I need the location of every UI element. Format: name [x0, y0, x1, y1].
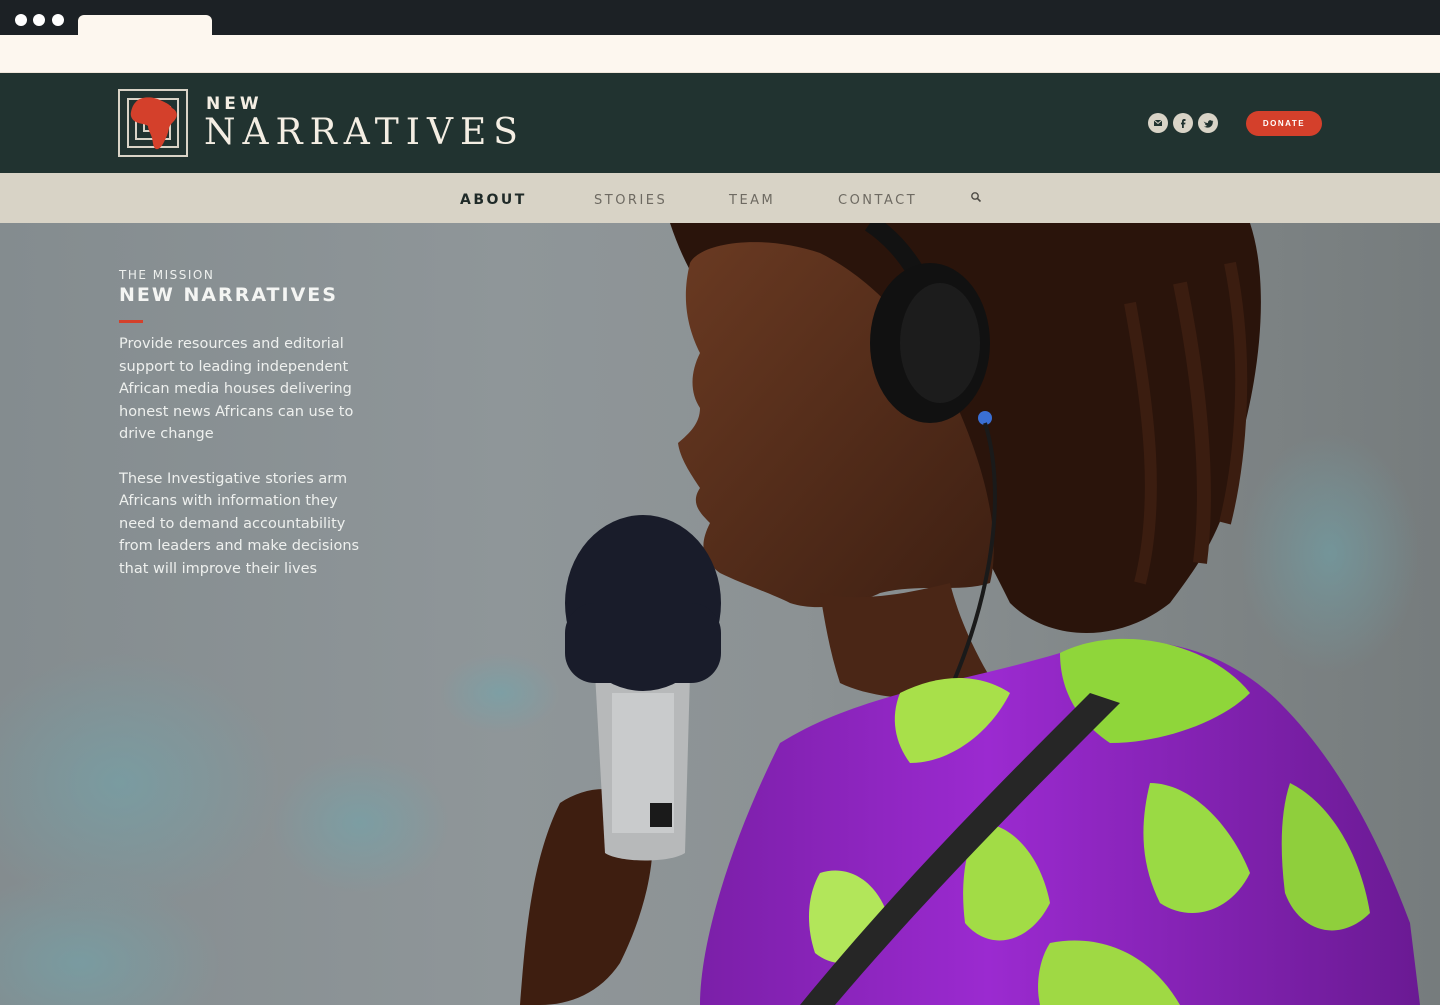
facebook-icon[interactable]: [1173, 113, 1193, 133]
mission-title: NEW NARRATIVES: [119, 284, 338, 306]
nav-item-team[interactable]: TEAM: [729, 193, 775, 208]
brand-wordmark-main[interactable]: NARRATIVES: [204, 113, 525, 153]
nav-item-contact[interactable]: CONTACT: [838, 193, 917, 208]
mission-paragraph: These Investigative stories arm Africans…: [119, 470, 360, 577]
africa-map-icon: [130, 97, 177, 150]
brand-wordmark-top[interactable]: NEW: [206, 94, 263, 114]
email-icon[interactable]: [1148, 113, 1168, 133]
window-control-dot[interactable]: [52, 14, 64, 26]
nav-item-stories[interactable]: STORIES: [594, 193, 667, 208]
mission-eyebrow: THE MISSION: [119, 268, 215, 282]
browser-tab[interactable]: [78, 15, 212, 35]
browser-chrome: [0, 0, 1440, 35]
twitter-icon[interactable]: [1198, 113, 1218, 133]
search-icon[interactable]: [970, 191, 982, 203]
window-control-dot[interactable]: [33, 14, 45, 26]
window-control-dot[interactable]: [15, 14, 27, 26]
nav-item-about[interactable]: ABOUT: [460, 192, 527, 208]
mission-block: THE MISSION NEW NARRATIVES Provide resou…: [119, 268, 369, 580]
logo-mark-icon[interactable]: [118, 89, 188, 157]
accent-divider: [119, 320, 143, 323]
donate-button[interactable]: DONATE: [1246, 111, 1322, 136]
main-nav: ABOUT STORIES TEAM CONTACT: [0, 173, 1440, 223]
browser-toolbar: [0, 35, 1440, 73]
mission-paragraph: Provide resources and editorial support …: [119, 336, 354, 442]
